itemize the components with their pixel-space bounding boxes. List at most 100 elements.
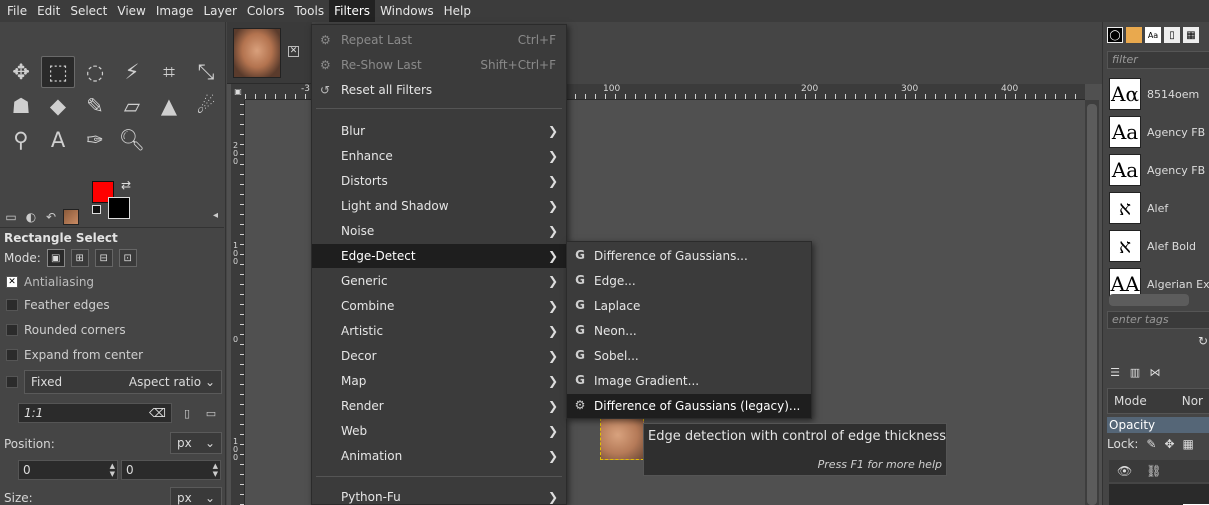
antialiasing-row[interactable]: ✕ Antialiasing xyxy=(6,272,94,292)
clone-tool-icon[interactable]: ▲ xyxy=(152,90,186,122)
scrollbar-thumb[interactable] xyxy=(1087,104,1097,505)
menu-select[interactable]: Select xyxy=(65,0,112,22)
patterns-tab-icon[interactable] xyxy=(1126,27,1142,43)
menu-colors[interactable]: Colors xyxy=(242,0,290,22)
menu-item-animation[interactable]: Animation ❯ xyxy=(312,444,566,468)
rectangle-select-tool-icon[interactable]: ⬚ xyxy=(41,56,75,88)
lasso-tool-icon[interactable]: ◌ xyxy=(78,56,112,88)
menu-file[interactable]: File xyxy=(2,0,32,22)
menu-filters[interactable]: Filters xyxy=(329,0,376,22)
clear-icon[interactable]: ⌫ xyxy=(149,406,166,420)
font-list-item[interactable]: א Alef Bold xyxy=(1109,227,1209,265)
menu-item-decor[interactable]: Decor ❯ xyxy=(312,344,566,368)
channels-tab-icon[interactable]: ▥ xyxy=(1127,364,1143,380)
close-icon[interactable]: ✕ xyxy=(288,46,299,57)
menu-item-artistic[interactable]: Artistic ❯ xyxy=(312,319,566,343)
menu-item-light-and-shadow[interactable]: Light and Shadow ❯ xyxy=(312,194,566,218)
font-list-item[interactable]: Aa Agency FB xyxy=(1109,151,1209,189)
menu-item-render[interactable]: Render ❯ xyxy=(312,394,566,418)
submenu-item-difference-of-gaussians-legacy[interactable]: ⚙ Difference of Gaussians (legacy)... xyxy=(567,394,811,418)
fixed-combo[interactable]: Fixed Aspect ratio ⌄ xyxy=(24,370,222,394)
font-list-item[interactable]: א Alef xyxy=(1109,189,1209,227)
layer-row[interactable]: ◉ xyxy=(1109,484,1209,505)
lock-position-icon[interactable]: ✥ xyxy=(1164,437,1174,451)
submenu-item-neon[interactable]: G Neon... xyxy=(567,319,811,343)
position-y-input[interactable]: 0 ▲ ▼ xyxy=(121,460,221,480)
fonts-tab-icon[interactable]: Aa xyxy=(1145,27,1161,43)
filter-input[interactable]: filter xyxy=(1107,51,1209,69)
menu-tools[interactable]: Tools xyxy=(290,0,330,22)
mode-subtract-button[interactable]: ⊟ xyxy=(94,249,113,267)
submenu-item-edge[interactable]: G Edge... xyxy=(567,269,811,293)
fuzzy-select-tool-icon[interactable]: ⚡ xyxy=(115,56,149,88)
text-tool-icon[interactable]: A xyxy=(41,124,75,156)
refresh-icon[interactable]: ↻ xyxy=(1198,334,1208,348)
undo-history-tab-icon[interactable]: ↶ xyxy=(43,209,59,225)
fixed-checkbox[interactable] xyxy=(6,376,18,388)
submenu-item-difference-of-gaussians[interactable]: G Difference of Gaussians... xyxy=(567,244,811,268)
font-list-item[interactable]: Aα 8514oem xyxy=(1109,75,1209,113)
menu-view[interactable]: View xyxy=(112,0,150,22)
rounded-corners-row[interactable]: Rounded corners xyxy=(6,320,126,340)
canvas-image[interactable] xyxy=(600,418,644,460)
menu-image[interactable]: Image xyxy=(151,0,199,22)
menu-item-edge-detect[interactable]: Edge-Detect ❯ xyxy=(312,244,566,268)
tags-input[interactable]: enter tags xyxy=(1107,311,1209,329)
crop-tool-icon[interactable]: ⌗ xyxy=(152,56,186,88)
smudge-tool-icon[interactable]: ☄ xyxy=(189,90,223,122)
menu-help[interactable]: Help xyxy=(439,0,476,22)
rounded-corners-checkbox[interactable] xyxy=(6,324,18,336)
menu-edit[interactable]: Edit xyxy=(32,0,65,22)
menu-item-noise[interactable]: Noise ❯ xyxy=(312,219,566,243)
antialiasing-checkbox[interactable]: ✕ xyxy=(6,276,18,288)
swap-colors-icon[interactable]: ⇄ xyxy=(121,178,131,192)
gradients-tab-icon[interactable]: ▦ xyxy=(1183,27,1199,43)
menu-item-distorts[interactable]: Distorts ❯ xyxy=(312,169,566,193)
horizontal-scrollbar-thumb[interactable] xyxy=(1109,294,1189,306)
font-list-item[interactable]: Aa Agency FB xyxy=(1109,113,1209,151)
menu-item-web[interactable]: Web ❯ xyxy=(312,419,566,443)
submenu-item-laplace[interactable]: G Laplace xyxy=(567,294,811,318)
zoom-tool-icon[interactable]: 🔍︎ xyxy=(115,124,149,156)
layer-mode-combo[interactable]: Mode Nor xyxy=(1107,388,1209,414)
menu-item-blur[interactable]: Blur ❯ xyxy=(312,119,566,143)
lock-pixels-icon[interactable]: ✎ xyxy=(1146,437,1156,451)
spin-arrows-icon[interactable]: ▲ ▼ xyxy=(213,462,218,478)
spin-arrows-icon[interactable]: ▲ ▼ xyxy=(110,462,115,478)
feather-edges-checkbox[interactable] xyxy=(6,299,18,311)
menu-item-generic[interactable]: Generic ❯ xyxy=(312,269,566,293)
unified-transform-tool-icon[interactable]: ⤡ xyxy=(189,56,223,88)
menu-layer[interactable]: Layer xyxy=(198,0,241,22)
panel-menu-icon[interactable]: ◂ xyxy=(213,210,218,221)
vertical-scrollbar[interactable] xyxy=(1085,100,1099,505)
submenu-item-sobel[interactable]: G Sobel... xyxy=(567,344,811,368)
bucket-fill-tool-icon[interactable]: ◆ xyxy=(41,90,75,122)
opacity-slider[interactable]: Opacity xyxy=(1107,417,1209,433)
paths-tool-icon[interactable]: ⚲ xyxy=(4,124,38,156)
menu-item-map[interactable]: Map ❯ xyxy=(312,369,566,393)
menu-item-enhance[interactable]: Enhance ❯ xyxy=(312,144,566,168)
warp-transform-tool-icon[interactable]: ☗ xyxy=(4,90,38,122)
paths-tab-icon[interactable]: ⋈ xyxy=(1147,364,1163,380)
expand-from-center-checkbox[interactable] xyxy=(6,349,18,361)
mode-replace-button[interactable]: ▣ xyxy=(46,249,65,267)
quickmask-corner-icon[interactable]: ▣ xyxy=(231,84,245,100)
menu-item-reset-all-filters[interactable]: ↺ Reset all Filters xyxy=(312,78,566,102)
eraser-tool-icon[interactable]: ▱ xyxy=(115,90,149,122)
position-x-input[interactable]: 0 ▲ ▼ xyxy=(18,460,118,480)
images-tab-icon[interactable] xyxy=(63,208,79,225)
ratio-input[interactable]: 1:1 ⌫ xyxy=(18,403,172,423)
size-unit-combo[interactable]: px ⌄ xyxy=(170,487,222,505)
brushes-tab-icon[interactable]: ◯ xyxy=(1107,27,1123,43)
portrait-icon[interactable]: ▯ xyxy=(178,404,196,422)
move-tool-icon[interactable]: ✥ xyxy=(4,56,38,88)
mode-add-button[interactable]: ⊞ xyxy=(70,249,89,267)
document-tab-icon[interactable]: ▯ xyxy=(1164,27,1180,43)
mode-intersect-button[interactable]: ⊡ xyxy=(118,249,137,267)
image-tab-thumbnail[interactable] xyxy=(233,28,281,78)
paintbrush-tool-icon[interactable]: ✎ xyxy=(78,90,112,122)
menu-windows[interactable]: Windows xyxy=(375,0,439,22)
vertical-ruler[interactable]: 2001000100 xyxy=(231,100,245,505)
lock-alpha-icon[interactable]: ▦ xyxy=(1183,437,1194,451)
device-status-tab-icon[interactable]: ◐ xyxy=(23,209,39,225)
